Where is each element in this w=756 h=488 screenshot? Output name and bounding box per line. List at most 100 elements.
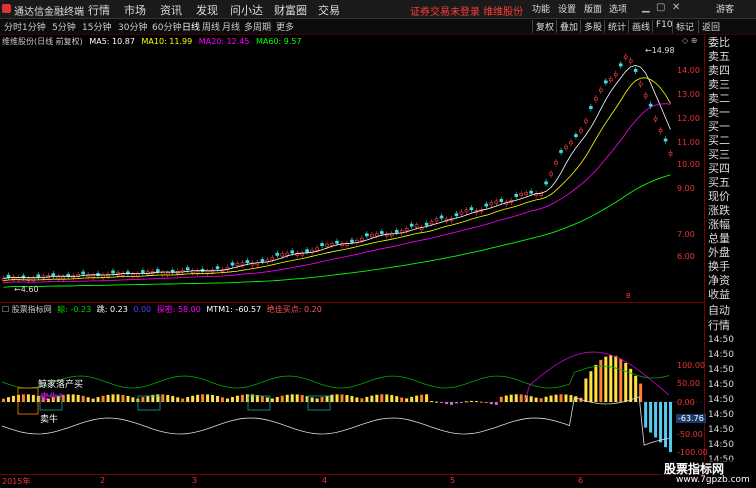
indicator-bar — [245, 394, 249, 402]
menu-gongneng[interactable]: 功能 — [532, 2, 550, 15]
menu-caifuquan[interactable]: 财富圈 — [274, 2, 307, 18]
annotation-2: 卖牛? — [40, 393, 63, 403]
indicator-title[interactable]: 股票指标网 — [12, 305, 52, 314]
menu-xuanxiang[interactable]: 选项 — [609, 2, 627, 15]
candle — [235, 263, 240, 267]
indicator-bar — [659, 402, 663, 443]
candle — [275, 252, 280, 256]
menu-hangqing[interactable]: 行情 — [88, 2, 110, 18]
candle — [429, 221, 434, 225]
indicator-bar — [445, 402, 449, 405]
candle — [305, 249, 309, 253]
menu-shichang[interactable]: 市场 — [124, 2, 146, 18]
candle — [350, 239, 354, 243]
indicator-bar — [86, 397, 90, 402]
menu-faxian[interactable]: 发现 — [196, 2, 218, 18]
annotation-3: 卖牛 — [40, 415, 59, 425]
price-tick: 9.00 — [677, 184, 695, 193]
indicator-bars — [2, 355, 673, 453]
candle — [205, 270, 210, 274]
menu-wenxiaoda[interactable]: 问小达 — [230, 2, 263, 18]
duogu-button[interactable]: 多股 — [580, 20, 602, 33]
candle — [270, 257, 275, 261]
indicator-bar — [584, 378, 588, 402]
indicator-bar — [196, 394, 200, 402]
fuquan-button[interactable]: 复权 — [532, 20, 554, 33]
menu-zixun[interactable]: 资讯 — [160, 2, 182, 18]
indicator-bar — [116, 394, 120, 402]
period-daily[interactable]: 日线 — [182, 20, 200, 33]
period-60min[interactable]: 60分钟 — [152, 20, 181, 33]
indicator-bar — [141, 397, 145, 402]
quote-panel-item: 换手 — [708, 260, 730, 273]
period-1min[interactable]: 1分钟 — [22, 20, 46, 33]
period-5min[interactable]: 5分钟 — [52, 20, 76, 33]
candle — [519, 193, 523, 196]
indicator-bar — [494, 402, 498, 405]
indicator-bar — [534, 397, 538, 402]
indicator-bar — [96, 397, 100, 402]
buy-marker: B — [626, 292, 631, 300]
candle — [320, 243, 324, 246]
candle — [215, 266, 220, 270]
indicator-chart[interactable] — [0, 316, 704, 471]
period-toolbar: 分时 1分钟 5分钟 15分钟 30分钟 60分钟 日线 周线 月线 多周期 更… — [0, 19, 756, 35]
tiao-value: 跳: 0.23 — [96, 305, 128, 314]
candle — [51, 273, 56, 277]
fanhui-button[interactable]: 返回 — [698, 20, 720, 33]
ma10-line — [3, 77, 671, 281]
quote-panel-item: 收益 — [708, 288, 730, 301]
indicator-bar — [66, 394, 70, 402]
period-fenshi[interactable]: 分时 — [4, 20, 22, 33]
indicator-bar — [569, 395, 573, 402]
quote-panel-item: 卖五 — [708, 50, 730, 63]
close-button[interactable]: ✕ — [672, 2, 680, 13]
minimize-button[interactable]: ▁ — [642, 2, 650, 13]
tanmi-value: 探密: 58.00 — [156, 305, 201, 314]
candle — [360, 237, 364, 241]
biaoji-button[interactable]: 标记 — [672, 20, 694, 33]
candle — [141, 270, 145, 274]
indicator-bar — [31, 394, 35, 402]
menu-banmian[interactable]: 版面 — [584, 2, 602, 15]
period-weekly[interactable]: 周线 — [202, 20, 220, 33]
quote-panel-item: 涨幅 — [708, 218, 730, 231]
diejia-button[interactable]: 叠加 — [556, 20, 578, 33]
indicator-bar — [330, 394, 334, 402]
indicator-tick: 0.00 — [677, 398, 695, 407]
huaxian-button[interactable]: 画线 — [628, 20, 650, 33]
quote-panel-item: 14:50 — [708, 335, 734, 345]
indicator-bar — [106, 394, 110, 402]
kline-chart[interactable] — [0, 44, 704, 302]
menu-jiaoyi[interactable]: 交易 — [318, 2, 340, 18]
indicator-settings-icon[interactable]: ☐ — [2, 305, 9, 314]
user-label[interactable]: 游客 — [716, 2, 734, 15]
indicator-tick: 50.00 — [677, 379, 700, 388]
indicator-bar — [270, 398, 274, 402]
date-tick: 2015年 — [2, 477, 31, 486]
period-multi[interactable]: 多周期 — [244, 20, 271, 33]
login-warning[interactable]: 证券交易未登录 维维股份 — [410, 3, 523, 18]
tongji-button[interactable]: 统计 — [604, 20, 626, 33]
f10-button[interactable]: F10 — [652, 20, 673, 33]
period-more[interactable]: 更多 — [276, 20, 294, 33]
period-monthly[interactable]: 月线 — [222, 20, 240, 33]
indicator-bar — [275, 396, 279, 402]
indicator-bar — [345, 395, 349, 402]
maximize-button[interactable]: ▢ — [656, 2, 665, 13]
candle — [195, 270, 200, 274]
period-15min[interactable]: 15分钟 — [82, 20, 111, 33]
indicator-bar — [380, 394, 384, 402]
candle — [604, 80, 608, 84]
indicator-bar — [420, 394, 424, 402]
menu-shezhi[interactable]: 设置 — [558, 2, 576, 15]
candle — [101, 274, 105, 278]
period-30min[interactable]: 30分钟 — [118, 20, 147, 33]
quote-panel-item: 14:50 — [708, 395, 734, 405]
indicator-bar — [260, 396, 264, 402]
indicator-bar — [131, 397, 135, 402]
candle — [375, 233, 379, 237]
price-tick: 13.00 — [677, 90, 700, 99]
indicator-bar — [11, 395, 15, 402]
candle — [574, 134, 578, 138]
